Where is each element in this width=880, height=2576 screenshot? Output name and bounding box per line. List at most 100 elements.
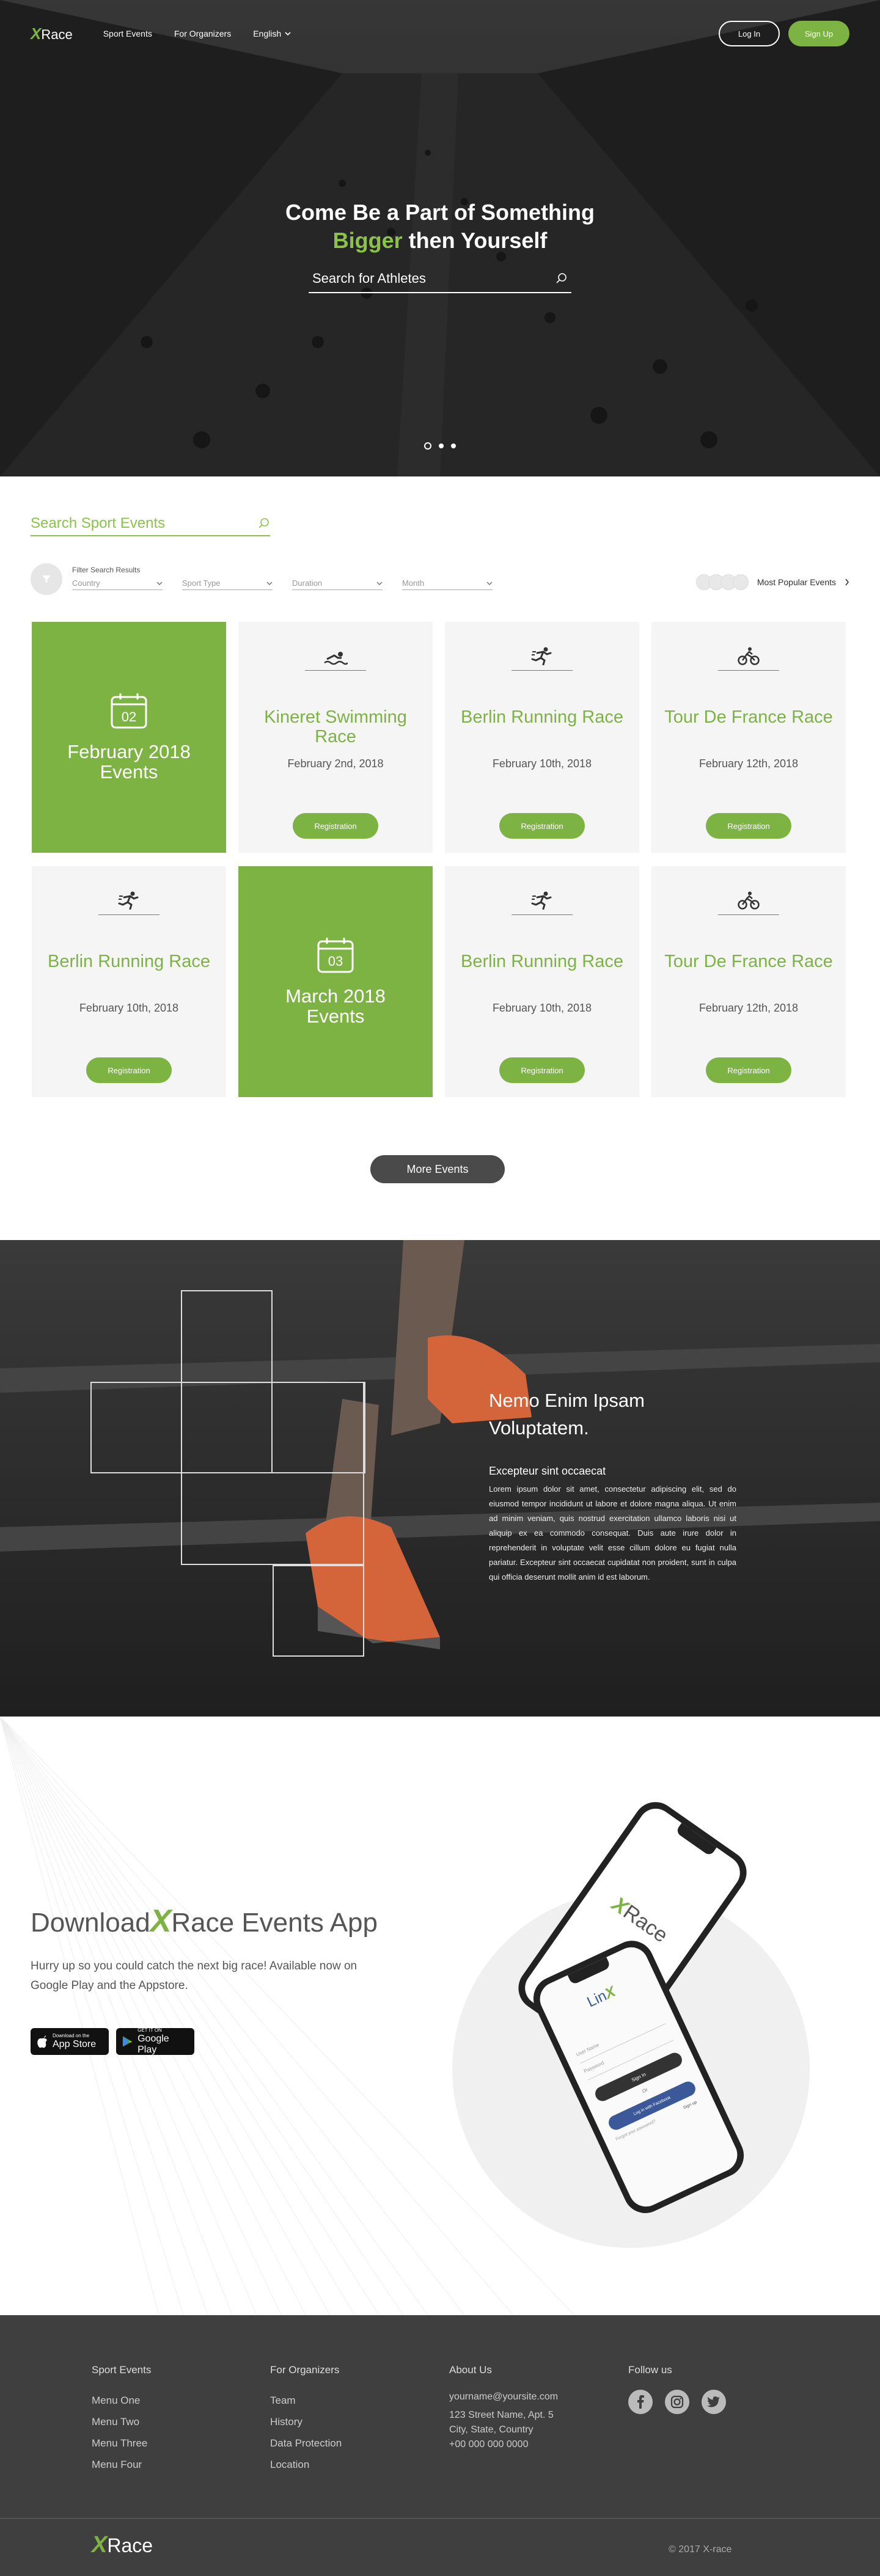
- cycling-icon: [738, 647, 760, 665]
- twitter-icon[interactable]: [702, 2390, 726, 2414]
- slider-dots: [0, 442, 880, 450]
- event-card-date: February 12th, 2018: [698, 1002, 799, 1014]
- event-card[interactable]: Berlin Running Race February 10th, 2018 …: [445, 622, 639, 853]
- decorative-frame: [181, 1382, 364, 1565]
- footer-link[interactable]: History: [270, 2411, 342, 2432]
- feature-title-line1: Nemo Enim Ipsam: [489, 1390, 645, 1411]
- nav-sport-events[interactable]: Sport Events: [103, 29, 152, 38]
- event-card[interactable]: Tour De France Race February 12th, 2018 …: [651, 622, 846, 853]
- footer-link[interactable]: Menu Three: [92, 2432, 151, 2454]
- slider-dot-1[interactable]: [424, 442, 431, 450]
- feature-title-line2: Voluptatem.: [489, 1417, 589, 1439]
- google-play-button[interactable]: GET IT ON Google Play: [116, 2027, 194, 2056]
- footer-heading: Follow us: [628, 2364, 672, 2376]
- feature-subtitle: Excepteur sint occaecat: [489, 1465, 606, 1477]
- most-popular-toggle[interactable]: Most Popular Events: [695, 574, 849, 590]
- footer-link[interactable]: Team: [270, 2390, 342, 2411]
- app-store-button[interactable]: Download on the App Store: [31, 2028, 109, 2055]
- app-store-small: Download on the: [53, 2033, 90, 2038]
- filter-country[interactable]: Country: [72, 577, 163, 590]
- sport-icon-wrap: [305, 628, 366, 671]
- footer-heading: Sport Events: [92, 2364, 152, 2376]
- sport-icon-wrap: [718, 628, 779, 671]
- event-card[interactable]: Kineret Swimming Race February 2nd, 2018…: [238, 622, 433, 853]
- footer-link[interactable]: Location: [270, 2454, 342, 2475]
- app-title-logo-mark: X: [150, 1903, 172, 1939]
- footer-link[interactable]: Menu Four: [92, 2454, 151, 2475]
- event-search-input[interactable]: Search Sport Events: [31, 512, 270, 536]
- signup-button[interactable]: Sign Up: [788, 21, 849, 46]
- footer-link[interactable]: Menu One: [92, 2390, 151, 2411]
- month-card-title: February 2018 Events: [32, 742, 226, 782]
- chevron-down-icon: [486, 581, 493, 585]
- calendar-icon: 03: [317, 938, 354, 973]
- event-card[interactable]: Tour De France Race February 12th, 2018 …: [651, 866, 846, 1097]
- filter-duration[interactable]: Duration: [292, 577, 383, 590]
- most-popular-label: Most Popular Events: [757, 577, 836, 587]
- filter-sport-type-value: Sport Type: [182, 578, 221, 588]
- footer-col-sport-events: Sport Events Menu One Menu Two Menu Thre…: [92, 2364, 151, 2475]
- month-card-number: 03: [328, 954, 343, 969]
- app-store-text: Download on the App Store: [53, 2033, 96, 2050]
- language-select[interactable]: English: [253, 29, 291, 38]
- hero-headline-highlight: Bigger: [332, 228, 403, 253]
- filter-button[interactable]: [31, 563, 62, 595]
- athlete-search-input[interactable]: Search for Athletes: [309, 265, 571, 293]
- sport-icon-wrap: [718, 872, 779, 915]
- google-play-text: GET IT ON Google Play: [138, 2027, 188, 2056]
- registration-button[interactable]: Registration: [86, 1057, 172, 1083]
- instagram-icon[interactable]: [665, 2390, 689, 2414]
- footer-address-line2: City, State, Country: [449, 2425, 534, 2435]
- month-card[interactable]: 03 March 2018 Events: [238, 866, 433, 1097]
- site-logo[interactable]: X Race: [31, 24, 73, 43]
- apple-icon: [37, 2035, 47, 2048]
- footer-col-follow: Follow us: [628, 2364, 726, 2414]
- registration-button[interactable]: Registration: [706, 1057, 791, 1083]
- event-card[interactable]: Berlin Running Race February 10th, 2018 …: [445, 866, 639, 1097]
- decorative-frame: [273, 1565, 364, 1657]
- footer-heading: About Us: [449, 2364, 492, 2376]
- nav-links: Sport Events For Organizers English: [103, 29, 291, 38]
- feature-section: Nemo Enim Ipsam Voluptatem. Excepteur si…: [0, 1240, 880, 1717]
- hero-headline-line2: then Yourself: [402, 228, 548, 253]
- chevron-down-icon: [285, 32, 291, 36]
- event-card-title: Tour De France Race: [664, 952, 833, 971]
- running-icon: [118, 891, 139, 910]
- chevron-down-icon: [156, 581, 163, 585]
- sport-icon-wrap: [98, 872, 160, 915]
- footer-link[interactable]: Menu Two: [92, 2411, 151, 2432]
- chevron-down-icon: [266, 581, 273, 585]
- google-play-big: Google Play: [138, 2034, 169, 2055]
- filter-month[interactable]: Month: [402, 577, 493, 590]
- event-card-date: February 10th, 2018: [492, 757, 592, 770]
- slider-dot-2[interactable]: [439, 443, 444, 448]
- more-events-button[interactable]: More Events: [370, 1155, 505, 1183]
- top-nav: X Race Sport Events For Organizers Engli…: [0, 0, 880, 67]
- registration-button[interactable]: Registration: [706, 813, 791, 839]
- facebook-icon[interactable]: [628, 2390, 653, 2414]
- footer-link[interactable]: Data Protection: [270, 2432, 342, 2454]
- app-title: DownloadXRace Events App: [31, 1903, 378, 1939]
- month-card-sub: Events: [306, 1005, 365, 1027]
- login-button[interactable]: Log In: [719, 21, 780, 46]
- footer-logo[interactable]: X Race: [92, 2532, 153, 2558]
- google-play-small: GET IT ON: [138, 2027, 162, 2033]
- copyright: © 2017 X-race: [669, 2544, 732, 2555]
- search-icon[interactable]: [556, 272, 568, 285]
- footer-col-about: About Us yourname@yoursite.com 123 Stree…: [449, 2364, 558, 2452]
- hero-headline-line1: Come Be a Part of Something: [285, 200, 595, 225]
- toggle-switch[interactable]: [695, 574, 749, 590]
- month-card[interactable]: 02 February 2018 Events: [32, 622, 226, 853]
- registration-button[interactable]: Registration: [499, 813, 585, 839]
- event-card[interactable]: Berlin Running Race February 10th, 2018 …: [32, 866, 226, 1097]
- search-icon[interactable]: [258, 517, 270, 530]
- footer-email[interactable]: yourname@yoursite.com: [449, 2390, 558, 2404]
- month-card-month: February 2018: [67, 741, 191, 762]
- filter-month-value: Month: [402, 578, 425, 588]
- registration-button[interactable]: Registration: [293, 813, 378, 839]
- slider-dot-3[interactable]: [451, 443, 456, 448]
- nav-for-organizers[interactable]: For Organizers: [174, 29, 231, 38]
- app-store-big: App Store: [53, 2039, 97, 2049]
- registration-button[interactable]: Registration: [499, 1057, 585, 1083]
- filter-sport-type[interactable]: Sport Type: [182, 577, 273, 590]
